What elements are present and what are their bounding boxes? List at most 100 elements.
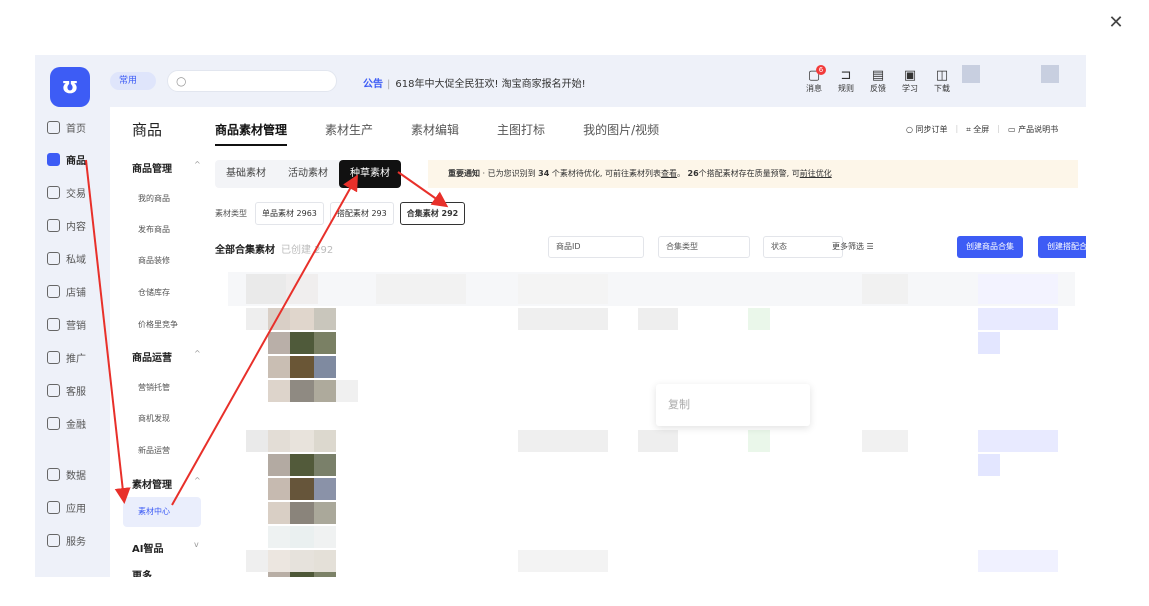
page-tools: ○ 同步订单 | ⌗ 全屏 | ▭ 产品说明书: [906, 124, 1059, 135]
tab-goods-material-management[interactable]: 商品素材管理: [215, 121, 288, 146]
message-badge: 6: [816, 65, 826, 75]
nav-service[interactable]: 客服: [47, 380, 86, 400]
nav-services[interactable]: 服务: [47, 530, 86, 550]
learn-icon: ▣: [903, 68, 917, 83]
group-goods-management[interactable]: 商品管理 ^: [132, 160, 201, 175]
sync-orders-button[interactable]: ○ 同步订单: [906, 124, 948, 135]
blurred-cell: [638, 308, 678, 330]
rules-button[interactable]: ⊐ 规则: [835, 69, 857, 94]
collection-type-filter[interactable]: 合集类型: [658, 236, 750, 258]
blurred-cell: [314, 478, 336, 500]
blurred-cell: [228, 272, 1075, 306]
blurred-cell: [314, 332, 336, 354]
data-icon: [47, 467, 60, 481]
blurred-cell: [518, 550, 608, 572]
pill-activity-material[interactable]: 活动素材: [277, 160, 339, 188]
content-icon: [47, 218, 60, 232]
blurred-cell: [978, 454, 1000, 476]
store-avatar[interactable]: [1041, 65, 1059, 83]
fullscreen-button[interactable]: ⌗ 全屏: [966, 124, 989, 135]
nav-promotion[interactable]: 推广: [47, 347, 86, 367]
blurred-cell: [314, 308, 336, 330]
blurred-cell: [268, 526, 290, 548]
chip-single-material[interactable]: 单品素材 2963: [255, 202, 324, 225]
blurred-cell: [518, 308, 608, 330]
common-button[interactable]: 常用: [110, 72, 156, 90]
create-goods-collection-button[interactable]: 创建商品合集: [957, 236, 1023, 258]
nav-finance[interactable]: 金融: [47, 413, 86, 433]
blurred-cell: [290, 430, 314, 452]
main-content: 商品素材管理 素材生产 素材编辑 主图打标 我的图片/视频 ○ 同步订单 | ⌗…: [210, 107, 1086, 577]
blurred-cell: [246, 274, 286, 304]
announcement[interactable]: 公告 | 618年中大促全民狂欢! 淘宝商家报名开始!: [363, 75, 586, 90]
pill-seeding-material[interactable]: 种草素材: [339, 160, 401, 188]
tab-material-production[interactable]: 素材生产: [325, 121, 373, 146]
copy-popup[interactable]: 复制: [656, 384, 810, 426]
sub-item-inventory[interactable]: 仓储库存: [138, 287, 170, 298]
nav-content[interactable]: 内容: [47, 215, 86, 235]
sub-item-publish-goods[interactable]: 发布商品: [138, 224, 170, 235]
close-icon[interactable]: ✕: [1107, 14, 1125, 32]
status-filter[interactable]: 状态: [763, 236, 843, 258]
create-outfit-collection-button[interactable]: 创建搭配合集: [1038, 236, 1086, 258]
blurred-cell: [290, 308, 314, 330]
download-icon: ◫: [935, 68, 949, 83]
blurred-cell: [268, 332, 290, 354]
pill-basic-material[interactable]: 基础素材: [215, 160, 277, 188]
more-filters-button[interactable]: 更多筛选 ☰: [832, 241, 874, 252]
group-material-management[interactable]: 素材管理 ^: [132, 476, 201, 491]
messages-button[interactable]: ▢ 6 消息: [803, 65, 826, 94]
blurred-cell: [290, 572, 314, 577]
tab-my-images-videos[interactable]: 我的图片/视频: [583, 121, 659, 146]
nav-data[interactable]: 数据: [47, 464, 86, 484]
blurred-cell: [748, 430, 770, 452]
store-icon: [47, 284, 60, 298]
blurred-cell: [314, 454, 336, 476]
product-manual-button[interactable]: ▭ 产品说明书: [1008, 124, 1058, 135]
blurred-cell: [268, 478, 290, 500]
chip-outfit-material[interactable]: 搭配素材 293: [329, 202, 394, 225]
sub-item-goods-decoration[interactable]: 商品装修: [138, 255, 170, 266]
feedback-icon: ▤: [871, 68, 885, 83]
finance-icon: [47, 416, 60, 430]
view-link[interactable]: 查看: [661, 169, 677, 178]
group-ai-goods[interactable]: AI智品 v: [132, 540, 199, 555]
chip-collection-material[interactable]: 合集素材 292: [399, 202, 466, 225]
product-id-filter[interactable]: 商品ID: [548, 236, 644, 258]
blurred-cell: [638, 430, 678, 452]
feedback-button[interactable]: ▤ 反馈: [867, 69, 889, 94]
sub-item-material-center[interactable]: 素材中心: [123, 497, 201, 527]
nav-store[interactable]: 店铺: [47, 281, 86, 301]
blurred-cell: [978, 332, 1000, 354]
services-icon: [47, 533, 60, 547]
avatar[interactable]: [962, 65, 980, 83]
blurred-cell: [518, 430, 608, 452]
sub-item-new-goods[interactable]: 新品运营: [138, 445, 170, 456]
blurred-cell: [290, 380, 314, 402]
sub-item-opportunity[interactable]: 商机发现: [138, 413, 170, 424]
download-button[interactable]: ◫ 下载: [931, 69, 953, 94]
search-input[interactable]: ○: [167, 70, 337, 92]
sub-item-price-competition[interactable]: 价格里竞争: [138, 319, 178, 330]
chevron-up-icon: ^: [194, 476, 201, 485]
group-more[interactable]: 更多: [132, 567, 152, 577]
sub-item-my-goods[interactable]: 我的商品: [138, 193, 170, 204]
nav-trade[interactable]: 交易: [47, 182, 86, 202]
tab-main-image-tagging[interactable]: 主图打标: [497, 121, 545, 146]
group-goods-operation[interactable]: 商品运营 ^: [132, 349, 201, 364]
nav-home[interactable]: 首页: [47, 117, 86, 137]
primary-sidebar: 首页 商品 交易 内容 私域 店铺 营销 推广 客服 金融 数据 应用 服务: [35, 107, 110, 577]
taobao-logo[interactable]: ʊ: [50, 67, 90, 107]
nav-private-domain[interactable]: 私域: [47, 248, 86, 268]
blurred-cell: [978, 308, 1058, 330]
nav-apps[interactable]: 应用: [47, 497, 86, 517]
sub-item-marketing-hosting[interactable]: 营销托管: [138, 382, 170, 393]
chevron-down-icon: v: [194, 540, 199, 549]
service-icon: [47, 383, 60, 397]
nav-marketing[interactable]: 营销: [47, 314, 86, 334]
blurred-cell: [290, 502, 314, 524]
nav-goods[interactable]: 商品: [47, 149, 86, 169]
optimize-link[interactable]: 前往优化: [800, 169, 832, 178]
learn-button[interactable]: ▣ 学习: [899, 69, 921, 94]
tab-material-editing[interactable]: 素材编辑: [411, 121, 459, 146]
